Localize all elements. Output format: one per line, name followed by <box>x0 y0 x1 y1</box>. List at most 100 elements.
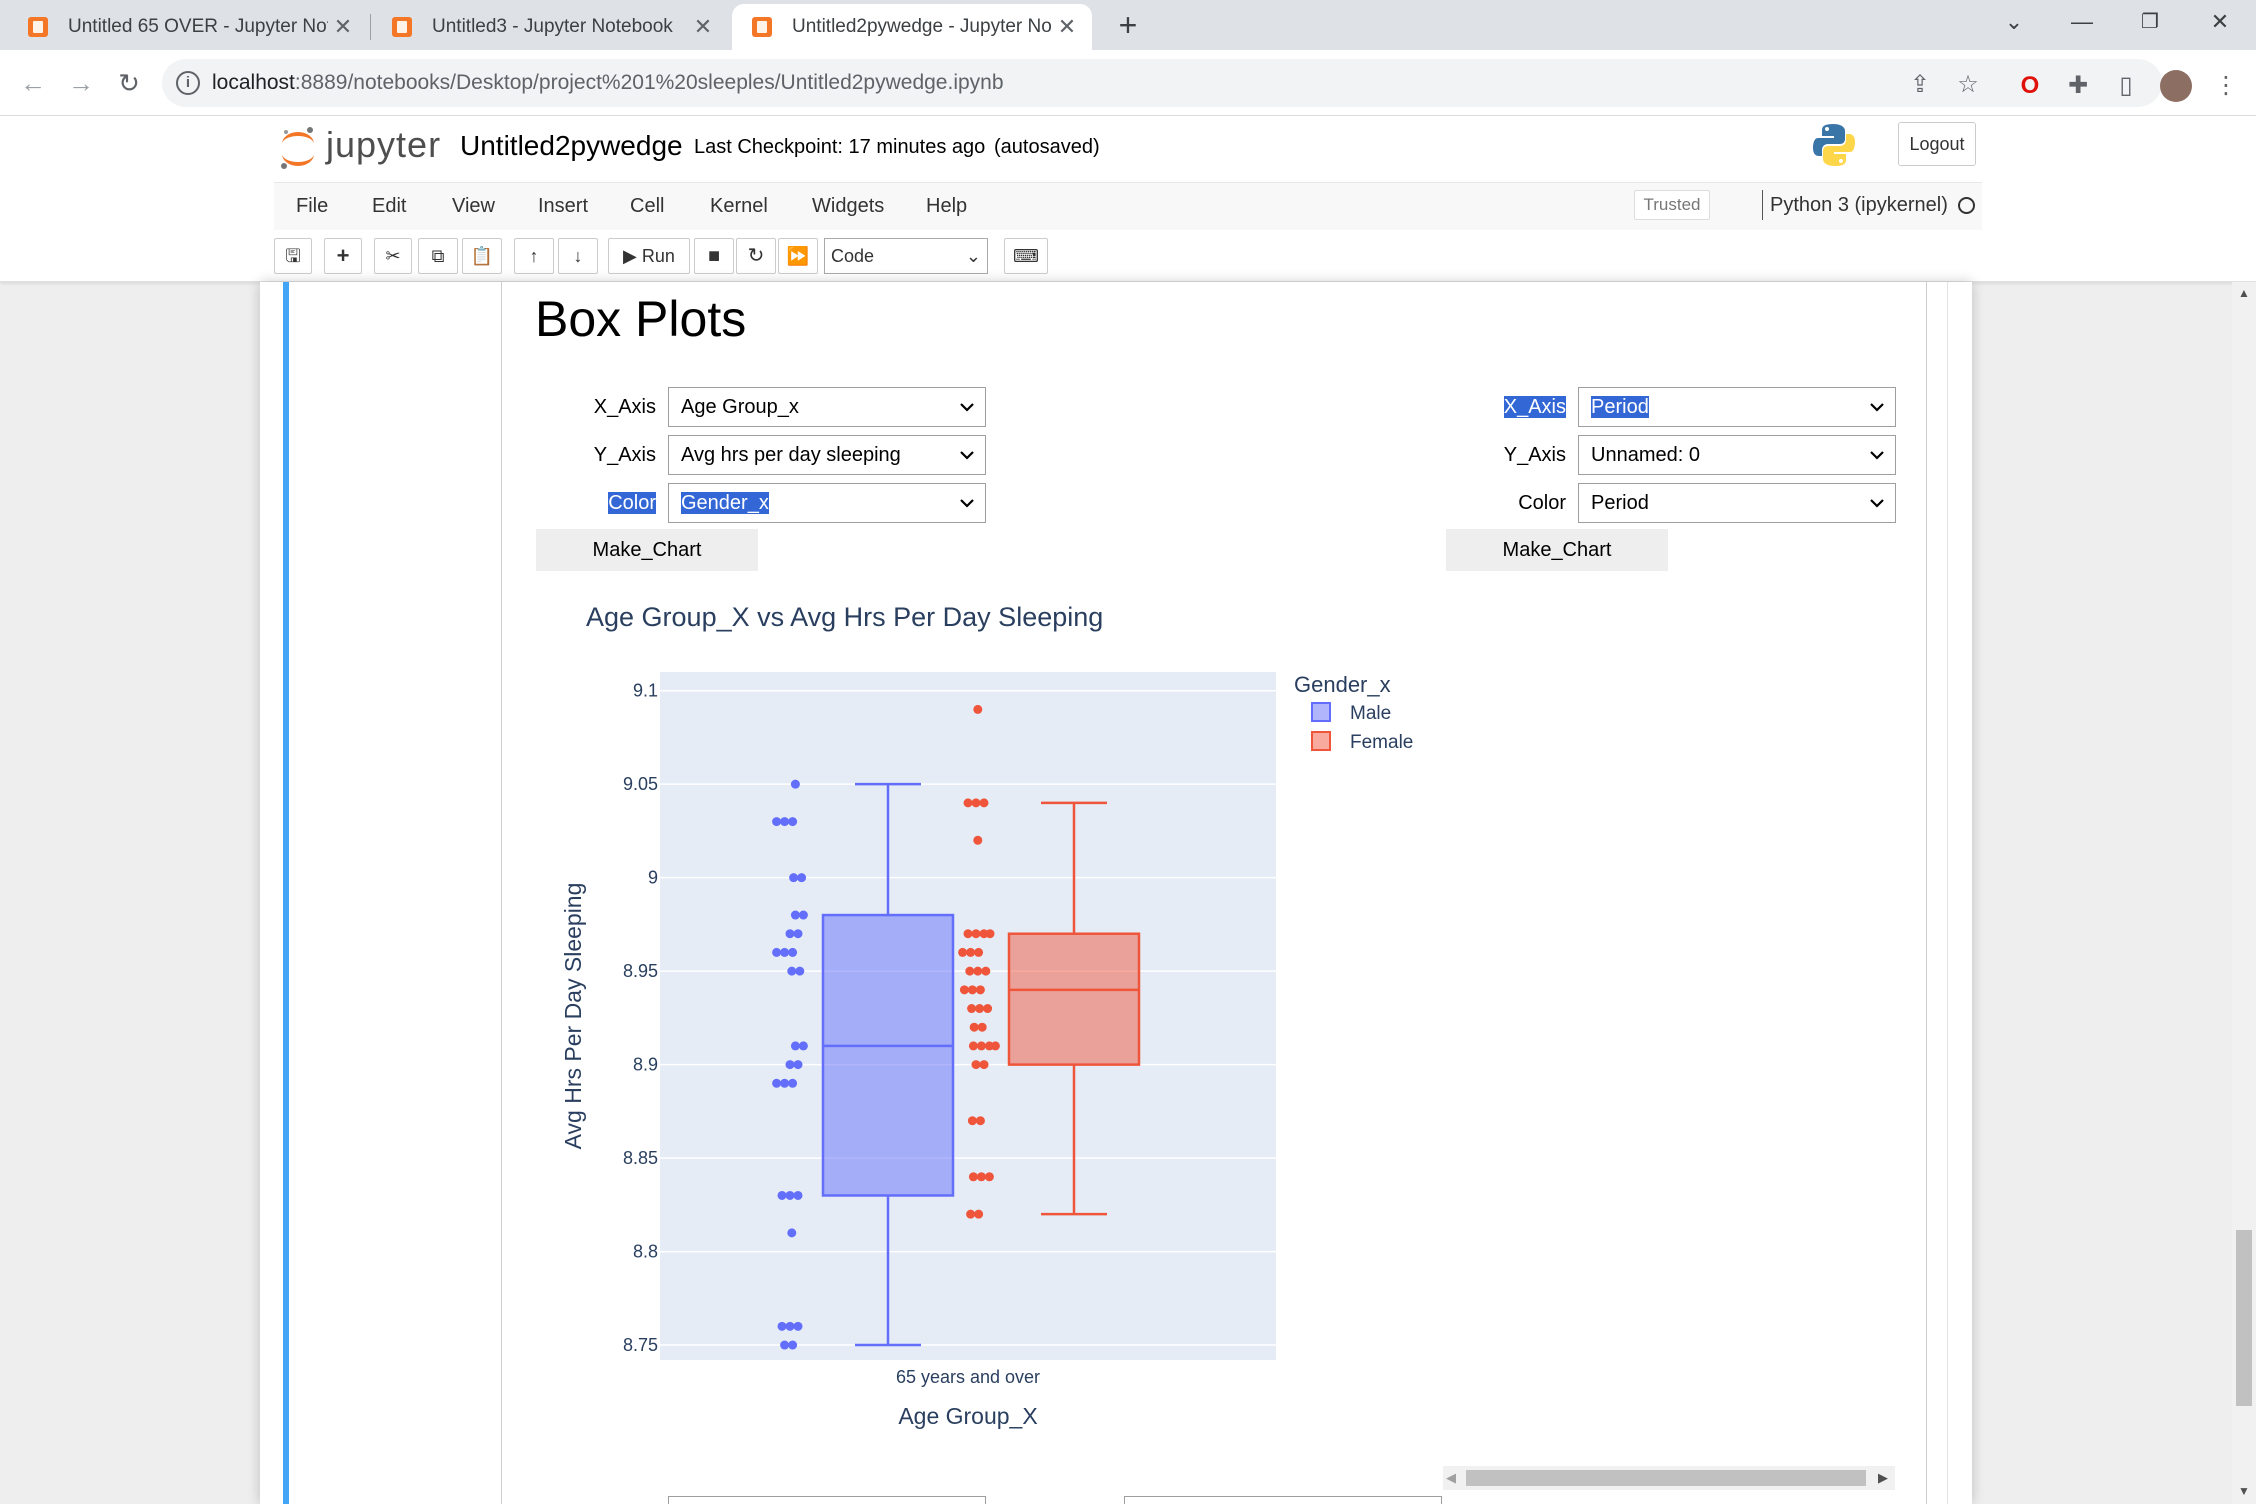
female-data-point <box>973 966 983 976</box>
share-icon[interactable]: ⇪ <box>1906 71 1934 99</box>
command-palette-keyboard-icon[interactable]: ⌨ <box>1004 238 1048 274</box>
profile-avatar[interactable] <box>2160 70 2192 102</box>
browser-tab-1[interactable]: Untitled 65 OVER - Jupyter Note ✕ <box>8 4 368 50</box>
horizontal-scroll-thumb[interactable] <box>1466 1470 1866 1486</box>
scroll-down-arrow-icon[interactable]: ▼ <box>2236 1484 2252 1498</box>
male-data-point <box>788 1078 798 1088</box>
opera-extension-icon[interactable]: O <box>2016 72 2044 100</box>
vertical-scroll-thumb[interactable] <box>2236 1230 2252 1406</box>
tab-close-icon[interactable]: ✕ <box>1052 14 1082 40</box>
right-make-chart-button[interactable]: Make_Chart <box>1446 529 1668 571</box>
y-tick-label: 9.05 <box>623 774 658 794</box>
menu-widgets[interactable]: Widgets <box>812 195 884 218</box>
male-data-point <box>789 873 799 883</box>
male-data-point <box>785 1190 795 1200</box>
left-make-chart-button[interactable]: Make_Chart <box>536 529 758 571</box>
female-data-point <box>967 1116 977 1126</box>
next-widget-dropdown[interactable] <box>1124 1496 1442 1504</box>
cell-type-select[interactable]: Code ⌄ <box>824 238 988 274</box>
male-data-point <box>772 1078 782 1088</box>
male-data-point <box>785 929 795 939</box>
python-logo-icon <box>1813 124 1855 166</box>
x-tick-label: 65 years and over <box>896 1367 1040 1387</box>
male-data-point <box>793 929 803 939</box>
notebook-name[interactable]: Untitled2pywedge <box>460 130 683 162</box>
menu-insert[interactable]: Insert <box>538 195 588 218</box>
url-text[interactable]: localhost:8889/notebooks/Desktop/project… <box>212 71 1004 95</box>
menu-kernel[interactable]: Kernel <box>710 195 768 218</box>
scroll-left-arrow-icon[interactable]: ◀ <box>1446 1470 1456 1486</box>
cut-scissors-icon[interactable]: ✂ <box>374 238 412 274</box>
male-data-point <box>798 1041 808 1051</box>
male-data-point <box>793 1190 803 1200</box>
browser-tab-3-active[interactable]: Untitled2pywedge - Jupyter Not ✕ <box>732 4 1092 50</box>
paste-icon[interactable]: 📋 <box>462 238 502 274</box>
interrupt-stop-icon[interactable]: ■ <box>694 238 734 274</box>
save-icon[interactable]: 🖫 <box>274 238 312 274</box>
new-tab-plus-icon[interactable]: + <box>1108 6 1148 46</box>
box-plot-chart[interactable]: 8.75 8.8 8.85 8.9 8.95 9 9.05 9.1 Age Group_X vs… <box>500 580 1440 1440</box>
jupyter-logo-text[interactable]: jupyter <box>326 124 441 166</box>
menu-edit[interactable]: Edit <box>372 195 406 218</box>
move-up-arrow-icon[interactable]: ↑ <box>514 238 554 274</box>
tab-close-icon[interactable]: ✕ <box>328 14 358 40</box>
scroll-right-arrow-icon[interactable]: ▶ <box>1878 1470 1888 1486</box>
jupyter-logo-icon[interactable] <box>278 124 318 172</box>
male-data-point <box>793 1321 803 1331</box>
kernel-name[interactable]: Python 3 (ipykernel) <box>1770 194 1948 217</box>
right-x-axis-dropdown[interactable]: Period <box>1578 387 1896 427</box>
back-arrow-icon[interactable]: ← <box>12 62 54 104</box>
browser-menu-kebab-icon[interactable]: ⋮ <box>2212 72 2240 100</box>
browser-tab-bar: Untitled 65 OVER - Jupyter Note ✕ Untitl… <box>0 0 2256 50</box>
dropdown-value: Avg hrs per day sleeping <box>681 444 901 466</box>
window-close-icon[interactable]: ✕ <box>2186 0 2254 44</box>
chevron-down-icon <box>960 451 974 460</box>
menu-cell[interactable]: Cell <box>630 195 664 218</box>
move-down-arrow-icon[interactable]: ↓ <box>558 238 598 274</box>
restore-icon[interactable]: ❐ <box>2116 0 2184 44</box>
label-text: Color <box>608 492 656 514</box>
male-data-point <box>772 817 782 827</box>
minimize-icon[interactable]: — <box>2048 0 2116 44</box>
right-y-axis-dropdown[interactable]: Unnamed: 0 <box>1578 435 1896 475</box>
male-data-point <box>777 1190 787 1200</box>
right-color-dropdown[interactable]: Period <box>1578 483 1896 523</box>
logout-button[interactable]: Logout <box>1898 122 1976 166</box>
scroll-up-arrow-icon[interactable]: ▲ <box>2236 286 2252 300</box>
tab-close-icon[interactable]: ✕ <box>688 14 718 40</box>
female-data-point <box>968 1172 978 1182</box>
menu-view[interactable]: View <box>452 195 495 218</box>
cell-type-value: Code <box>831 246 875 266</box>
browser-tab-2[interactable]: Untitled3 - Jupyter Notebook ✕ <box>372 4 728 50</box>
left-color-dropdown[interactable]: Gender_x <box>668 483 986 523</box>
extensions-puzzle-icon[interactable]: ✚ <box>2064 72 2092 100</box>
menu-file[interactable]: File <box>296 195 328 218</box>
x-axis-title: Age Group_X <box>898 1403 1037 1429</box>
tab-search-chevron-icon[interactable]: ⌄ <box>1980 0 2048 44</box>
male-data-point <box>780 947 790 957</box>
url-omnibox[interactable]: i localhost:8889/notebooks/Desktop/proje… <box>162 59 2162 107</box>
y-tick-label: 9.1 <box>633 681 658 701</box>
male-data-point <box>788 817 798 827</box>
chevron-down-icon <box>960 403 974 412</box>
side-panel-icon[interactable]: ▯ <box>2112 72 2140 100</box>
left-x-axis-dropdown[interactable]: Age Group_x <box>668 387 986 427</box>
next-widget-dropdown[interactable] <box>668 1496 986 1504</box>
forward-arrow-icon[interactable]: → <box>60 62 102 104</box>
left-y-axis-dropdown[interactable]: Avg hrs per day sleeping <box>668 435 986 475</box>
insert-cell-plus-icon[interactable]: + <box>324 238 362 274</box>
y-tick-label: 8.9 <box>633 1055 658 1075</box>
restart-kernel-icon[interactable]: ↻ <box>736 238 776 274</box>
female-data-point <box>974 947 984 957</box>
male-data-point <box>780 1078 790 1088</box>
trusted-badge[interactable]: Trusted <box>1634 190 1710 220</box>
left-color-label: Color <box>560 484 656 522</box>
site-info-icon[interactable]: i <box>176 71 200 95</box>
menu-help[interactable]: Help <box>926 195 967 218</box>
bookmark-star-icon[interactable]: ☆ <box>1954 71 1982 99</box>
reload-icon[interactable]: ↻ <box>108 62 150 104</box>
y-tick-label: 8.95 <box>623 961 658 981</box>
run-button[interactable]: ▶ Run <box>608 238 690 274</box>
copy-icon[interactable]: ⧉ <box>418 238 458 274</box>
restart-run-all-fast-forward-icon[interactable]: ⏩ <box>778 238 818 274</box>
